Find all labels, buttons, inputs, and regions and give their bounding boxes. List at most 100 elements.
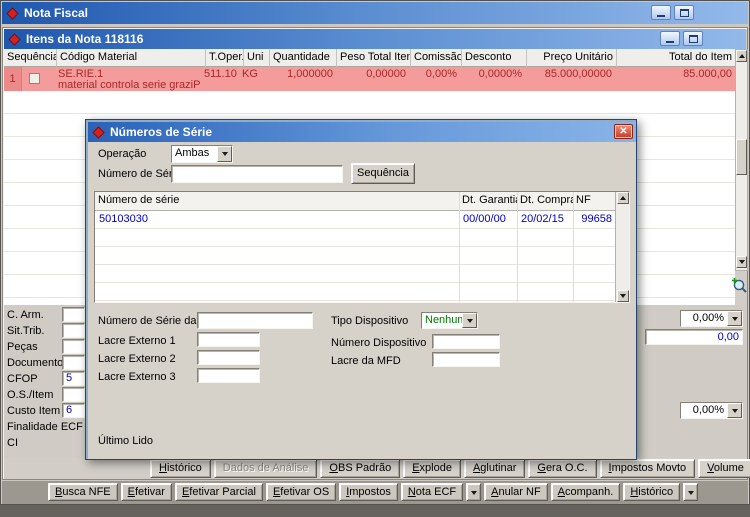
ultimo-lido-label: Último Lido xyxy=(98,435,154,447)
screen: Nota Fiscal Itens da Nota 118116 Sequênc… xyxy=(0,0,750,517)
column-header-toper[interactable]: T.Oper. xyxy=(206,49,244,67)
efetivar-button[interactable]: Efetivar xyxy=(120,483,172,501)
maximize-button[interactable] xyxy=(674,5,694,20)
serial-grid: Número de série Dt. Garantia Dt. Compra … xyxy=(94,191,630,303)
combo-arrow-button[interactable] xyxy=(462,313,477,328)
row-checkbox[interactable] xyxy=(29,73,40,84)
column-header-desconto[interactable]: Desconto xyxy=(462,49,527,67)
items-table-scrollbar[interactable] xyxy=(735,49,748,271)
main-window-title: Nota Fiscal xyxy=(24,6,89,20)
column-header-peso-total[interactable]: Peso Total Item xyxy=(337,49,411,67)
aglutinar-button[interactable]: Aglutinar xyxy=(463,459,526,478)
items-minimize-button[interactable] xyxy=(660,31,680,46)
scroll-thumb[interactable] xyxy=(736,139,747,175)
cfop-field[interactable]: 5 xyxy=(62,371,85,386)
scroll-up-button[interactable] xyxy=(617,192,629,204)
tipo-dispositivo-value: Nenhum xyxy=(425,314,462,326)
serial-numbers-dialog: Números de Série ✕ Operação Ambas Número… xyxy=(85,119,637,460)
busca-nfe-button[interactable]: Busca NFE xyxy=(48,483,118,501)
c-arm-field[interactable] xyxy=(62,307,85,322)
custo-item-field[interactable]: 6 xyxy=(62,403,85,418)
column-header-preco-unitario[interactable]: Preço Unitário xyxy=(527,49,617,67)
serial-grid-row[interactable]: 50103030 00/00/00 20/02/15 99658 xyxy=(95,211,615,228)
row-peso: 0,00000 xyxy=(366,68,406,80)
label-finalidade-ecf: Finalidade ECF xyxy=(7,421,83,433)
scroll-down-button[interactable] xyxy=(617,290,629,302)
obs-padrao-button[interactable]: OBS Padrão xyxy=(320,459,401,478)
column-header-comissao[interactable]: Comissão xyxy=(411,49,462,67)
historico-toolbar-button[interactable]: Histórico xyxy=(623,483,681,501)
nota-ecf-dropdown-button[interactable] xyxy=(466,483,482,501)
row-desconto: 0,0000% xyxy=(478,68,522,80)
column-header-codigo-material[interactable]: Código Material xyxy=(57,49,206,67)
impostos-movto-button[interactable]: Impostos Movto xyxy=(599,459,696,478)
lacre-mfd-input[interactable] xyxy=(432,352,500,367)
dialog-titlebar[interactable]: Números de Série ✕ xyxy=(88,122,636,142)
dialog-close-button[interactable]: ✕ xyxy=(614,124,633,139)
column-header-numero-serie[interactable]: Número de série xyxy=(95,192,459,210)
pecas-field[interactable] xyxy=(62,339,85,354)
documento-field[interactable] xyxy=(62,355,85,370)
column-header-quantidade[interactable]: Quantidade xyxy=(270,49,337,67)
main-window-titlebar[interactable]: Nota Fiscal xyxy=(2,2,748,24)
mfd-input[interactable] xyxy=(197,312,313,329)
numero-serie-input[interactable] xyxy=(171,165,343,183)
label-cfop: CFOP xyxy=(7,373,38,385)
items-window-titlebar[interactable]: Itens da Nota 118116 xyxy=(4,29,746,49)
tipo-dispositivo-combo[interactable]: Nenhum xyxy=(421,312,478,329)
column-header-total-item[interactable]: Total do Item xyxy=(617,49,735,67)
historico-button[interactable]: Histórico xyxy=(150,459,211,478)
minimize-button[interactable] xyxy=(651,5,671,20)
percent-bottom-combo[interactable]: 0,00% xyxy=(680,402,743,419)
magnifier-plus-icon xyxy=(732,278,747,293)
scroll-down-button[interactable] xyxy=(736,256,747,268)
lacre-externo-1-label: Lacre Externo 1 xyxy=(98,335,176,347)
table-row-selected[interactable]: 1 SE.RIE.1 material controla serie grazi… xyxy=(4,67,735,91)
amount-field[interactable]: 0,00 xyxy=(645,329,743,345)
column-header-dt-compra[interactable]: Dt. Compra xyxy=(517,192,573,210)
impostos-button[interactable]: Impostos xyxy=(339,483,398,501)
efetivar-parcial-button[interactable]: Efetivar Parcial xyxy=(174,483,263,501)
column-header-nf[interactable]: NF xyxy=(573,192,615,210)
sequencia-button[interactable]: Sequência xyxy=(351,163,415,184)
arrow-up-icon xyxy=(738,54,745,58)
label-documento: Documento xyxy=(7,357,64,369)
dados-de-analise-button: Dados de Análise xyxy=(213,459,318,478)
efetivar-os-button[interactable]: Efetivar OS xyxy=(265,483,337,501)
numero-dispositivo-input[interactable] xyxy=(432,334,500,349)
row-toper: 511.10 xyxy=(204,68,237,80)
lacre-externo-3-input[interactable] xyxy=(197,368,260,383)
serial-grid-scrollbar[interactable] xyxy=(615,192,629,302)
combo-arrow-button[interactable] xyxy=(727,403,742,418)
lacre-externo-1-input[interactable] xyxy=(197,332,260,347)
items-table-header: Sequência Código Material T.Oper. Uni Qu… xyxy=(4,49,735,67)
bottom-toolbar: Busca NFE Efetivar Efetivar Parcial Efet… xyxy=(2,481,748,504)
chevron-down-icon xyxy=(221,152,228,156)
combo-arrow-button[interactable] xyxy=(727,311,742,326)
os-item-field[interactable] xyxy=(62,387,85,402)
combo-arrow-button[interactable] xyxy=(217,146,232,162)
toolbar-more-button[interactable] xyxy=(683,483,699,501)
nota-ecf-button[interactable]: Nota ECF xyxy=(400,483,464,501)
gera-oc-button[interactable]: Gera O.C. xyxy=(528,459,597,478)
column-header-dt-garantia[interactable]: Dt. Garantia xyxy=(459,192,517,210)
scroll-up-button[interactable] xyxy=(736,50,747,62)
column-header-sequencia[interactable]: Sequência xyxy=(4,49,57,67)
label-custo-item: Custo Item xyxy=(7,405,61,417)
sit-trib-field[interactable] xyxy=(62,323,85,338)
anular-nf-button[interactable]: Anular NF xyxy=(484,483,548,501)
acompanh-button[interactable]: Acompanh. xyxy=(550,483,621,501)
label-sit-trib: Sit.Trib. xyxy=(7,325,45,337)
lacre-externo-2-input[interactable] xyxy=(197,350,260,365)
column-header-uni[interactable]: Uni xyxy=(244,49,270,67)
grid-separator xyxy=(459,192,460,302)
row-quantidade: 1,000000 xyxy=(287,68,333,80)
items-maximize-button[interactable] xyxy=(683,31,703,46)
dialog-title: Números de Série xyxy=(110,125,213,139)
app-icon xyxy=(6,6,19,20)
volume-button[interactable]: Volume xyxy=(698,459,750,478)
percent-top-combo[interactable]: 0,00% xyxy=(680,310,743,327)
operacao-combo[interactable]: Ambas xyxy=(171,145,233,163)
zoom-in-button[interactable] xyxy=(731,277,748,294)
explode-button[interactable]: Explode xyxy=(403,459,461,478)
